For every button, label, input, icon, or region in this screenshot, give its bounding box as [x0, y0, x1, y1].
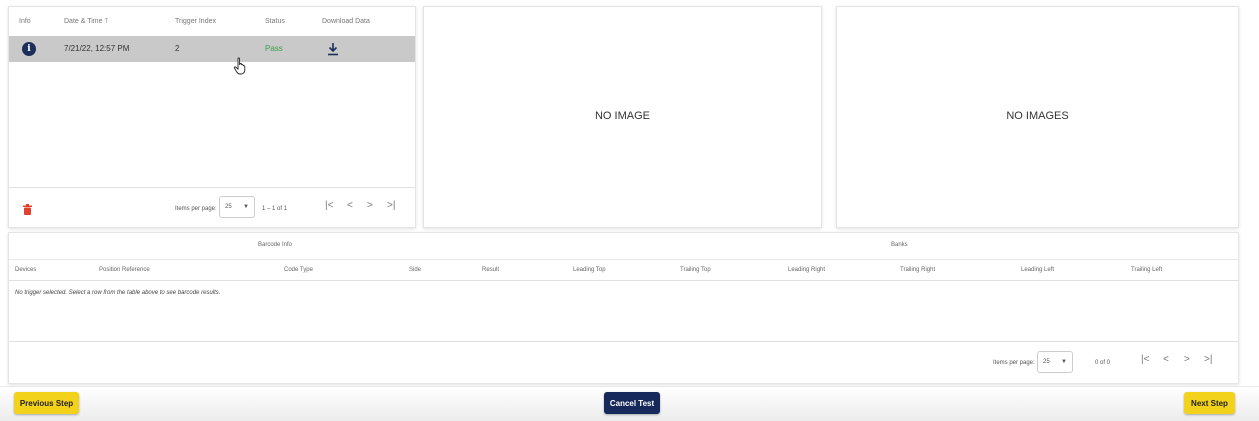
trigger-table-footer: Items per page: 25 ▼ 1 – 1 of 1 |< < > >… [9, 187, 415, 229]
col-leading-top: Leading Top [573, 267, 606, 273]
col-leading-right: Leading Right [788, 267, 826, 273]
empty-state-message: No trigger selected. Select a row from t… [15, 290, 221, 296]
col-leading-left: Leading Left [1021, 267, 1055, 273]
col-trailing-top: Trailing Top [680, 267, 711, 273]
col-info: Info [19, 18, 31, 25]
images-panel: NO IMAGES [836, 6, 1239, 228]
sort-arrow-icon[interactable]: 🡑 [104, 18, 108, 25]
barcode-table-footer: Items per page: 25 ▼ 0 of 0 |< < > >| [9, 341, 1238, 385]
col-status[interactable]: Status [265, 7, 285, 37]
row-status: Pass [265, 44, 283, 53]
info-icon[interactable]: i [22, 42, 36, 56]
col-side: Side [409, 267, 422, 273]
barcode-info-header: Barcode Info [258, 242, 293, 248]
col-date-time[interactable]: Date & Time 🡑 [64, 7, 108, 37]
col-result: Result [482, 267, 500, 273]
no-images-text: NO IMAGES [1006, 110, 1069, 122]
hand-cursor-icon [233, 57, 246, 75]
row-trigger-index: 2 [175, 44, 180, 53]
items-per-page-select[interactable]: 25 ▼ [1037, 351, 1073, 373]
banks-header: Banks [891, 242, 908, 248]
last-page-button[interactable]: >| [1204, 354, 1212, 365]
trigger-table-panel: Info Date & Time 🡑 Trigger Index Status … [8, 6, 416, 228]
chevron-down-icon: ▼ [243, 204, 249, 210]
range-label: 1 – 1 of 1 [262, 206, 288, 212]
chevron-down-icon: ▼ [1061, 359, 1067, 365]
next-page-button[interactable]: > [1184, 354, 1190, 365]
previous-step-button[interactable]: Previous Step [14, 392, 79, 414]
cancel-test-button[interactable]: Cancel Test [604, 392, 660, 414]
next-step-button[interactable]: Next Step [1184, 392, 1235, 414]
download-icon[interactable] [327, 42, 339, 56]
previous-page-button[interactable]: < [1163, 354, 1169, 365]
barcode-table-panel: Barcode Info Banks Devices Position Refe… [8, 232, 1239, 384]
row-date-time: 7/21/22, 12:57 PM [64, 44, 130, 53]
barcode-table-header: Devices Position Reference Code Type Sid… [9, 259, 1238, 281]
first-page-button[interactable]: |< [1141, 354, 1149, 365]
items-per-page-value: 25 [225, 204, 232, 210]
col-trailing-right: Trailing Right [900, 267, 936, 273]
first-page-button[interactable]: |< [325, 200, 333, 211]
items-per-page-label: Items per page: [993, 360, 1035, 366]
next-page-button[interactable]: > [367, 200, 373, 211]
range-label: 0 of 0 [1095, 360, 1111, 366]
items-per-page-label: Items per page: [175, 206, 217, 212]
col-trigger-index[interactable]: Trigger Index [175, 7, 216, 37]
col-position-reference: Position Reference [99, 267, 150, 273]
trash-icon[interactable] [23, 204, 32, 215]
previous-page-button[interactable]: < [347, 200, 353, 211]
no-image-text: NO IMAGE [594, 110, 650, 122]
image-panel: NO IMAGE [423, 6, 822, 228]
last-page-button[interactable]: >| [387, 200, 395, 211]
col-code-type: Code Type [284, 267, 313, 273]
trigger-table-row[interactable]: i 7/21/22, 12:57 PM 2 Pass [9, 36, 415, 62]
col-download-data: Download Data [322, 18, 370, 25]
bottom-action-bar: Previous Step Cancel Test Next Step [0, 386, 1259, 421]
col-devices: Devices [15, 267, 37, 273]
items-per-page-value: 25 [1043, 359, 1050, 365]
col-trailing-left: Trailing Left [1131, 267, 1163, 273]
trigger-table-header: Info Date & Time 🡑 Trigger Index Status … [9, 7, 415, 39]
col-date-time-label[interactable]: Date & Time [64, 18, 103, 25]
items-per-page-select[interactable]: 25 ▼ [219, 196, 255, 218]
